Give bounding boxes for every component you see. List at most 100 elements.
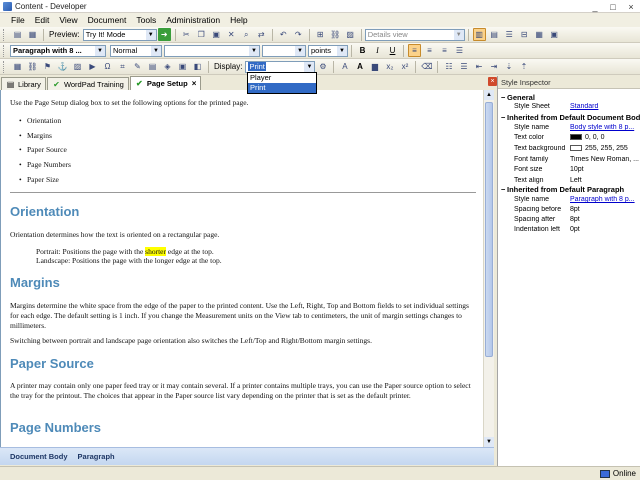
chevron-down-icon[interactable]: ▼	[337, 45, 347, 56]
group-paragraph[interactable]: Inherited from Default Paragraph	[501, 185, 624, 194]
tree-view-icon[interactable]: ⊟	[518, 28, 531, 41]
comment-icon[interactable]: ✎	[131, 60, 144, 73]
chevron-down-icon[interactable]: ▼	[304, 61, 315, 72]
chevron-down-icon[interactable]: ▼	[145, 29, 156, 40]
group-general[interactable]: General	[501, 93, 535, 102]
close-button[interactable]: ×	[622, 0, 640, 13]
font-name-select[interactable]: ▼	[164, 44, 260, 57]
indent-icon[interactable]: ⇥	[487, 60, 500, 73]
paste-icon[interactable]: ▣	[210, 28, 223, 41]
tab-wordpad-training[interactable]: ✔ WordPad Training	[46, 77, 129, 90]
scroll-down-icon[interactable]: ▼	[484, 437, 494, 447]
numbered-list-icon[interactable]: ☰	[457, 60, 470, 73]
document-scrollbar[interactable]: ▲ ▼	[483, 90, 494, 447]
bulleted-list-icon[interactable]: ☷	[442, 60, 455, 73]
properties-icon[interactable]: ▣	[548, 28, 561, 41]
display-option-print[interactable]: Print	[248, 83, 316, 93]
font-weight-select[interactable]: Normal ▼	[110, 44, 162, 57]
hyperlink-icon[interactable]: ⛓	[26, 60, 39, 73]
font-color-icon[interactable]: A	[353, 60, 366, 73]
cut-icon[interactable]: ✂	[180, 28, 193, 41]
menu-edit[interactable]: Edit	[30, 15, 55, 25]
display-option-player[interactable]: Player	[248, 73, 316, 83]
toggle-icon[interactable]: ◧	[191, 60, 204, 73]
maximize-button[interactable]: □	[604, 0, 622, 13]
breadcrumb-paragraph[interactable]: Paragraph	[78, 452, 115, 461]
group-document-body[interactable]: Inherited from Default Document Body	[501, 113, 640, 122]
style-icon[interactable]: A	[338, 60, 351, 73]
menu-help[interactable]: Help	[225, 15, 252, 25]
anchor-icon[interactable]: ⚓	[56, 60, 69, 73]
toolbar-grip[interactable]	[3, 60, 6, 73]
document-editor[interactable]: Use the Page Setup dialog box to set the…	[0, 90, 483, 447]
bold-icon[interactable]: B	[356, 44, 369, 57]
menu-administration[interactable]: Administration	[161, 15, 225, 25]
move-down-icon[interactable]: ⇣	[502, 60, 515, 73]
replace-icon[interactable]: ⇄	[255, 28, 268, 41]
bookmark-icon[interactable]: ⚑	[41, 60, 54, 73]
variable-icon[interactable]: ▤	[146, 60, 159, 73]
property-link[interactable]: Paragraph with 8 p...	[570, 196, 640, 203]
align-left-icon[interactable]: ≡	[408, 44, 421, 57]
condition-icon[interactable]: ◈	[161, 60, 174, 73]
picture-icon[interactable]: ▨	[71, 60, 84, 73]
chevron-down-icon[interactable]: ▼	[151, 45, 161, 56]
italic-icon[interactable]: I	[371, 44, 384, 57]
view-select[interactable]: Details view ▼	[364, 28, 465, 41]
redo-icon[interactable]: ↷	[292, 28, 305, 41]
superscript-icon[interactable]: x²	[398, 60, 411, 73]
save-icon[interactable]: ▦	[26, 28, 39, 41]
scrollbar-thumb[interactable]	[485, 102, 493, 357]
image-icon[interactable]: ▨	[344, 28, 357, 41]
tab-page-setup[interactable]: ✔ Page Setup ×	[129, 76, 202, 90]
move-up-icon[interactable]: ⇡	[517, 60, 530, 73]
units-select[interactable]: points ▼	[308, 44, 348, 57]
layout-view-icon[interactable]: ▥	[472, 28, 486, 41]
symbol-icon[interactable]: Ω	[101, 60, 114, 73]
link-icon[interactable]: ⛓	[329, 28, 342, 41]
table-icon[interactable]: ▦	[11, 60, 24, 73]
menu-file[interactable]: File	[6, 15, 30, 25]
font-size-select[interactable]: ▼	[262, 44, 306, 57]
property-link[interactable]: Body style with 8 p...	[570, 124, 640, 131]
delete-icon[interactable]: ✕	[225, 28, 238, 41]
close-icon[interactable]: ×	[488, 77, 497, 86]
close-tab-icon[interactable]: ×	[192, 79, 197, 88]
align-center-icon[interactable]: ≡	[423, 44, 436, 57]
underline-icon[interactable]: U	[386, 44, 399, 57]
outdent-icon[interactable]: ⇤	[472, 60, 485, 73]
menu-view[interactable]: View	[54, 15, 82, 25]
menu-document[interactable]: Document	[83, 15, 132, 25]
display-settings-icon[interactable]: ⚙	[316, 60, 329, 73]
open-icon[interactable]: ▤	[11, 28, 24, 41]
justify-icon[interactable]: ☰	[453, 44, 466, 57]
align-right-icon[interactable]: ≡	[438, 44, 451, 57]
field-icon[interactable]: ⌗	[116, 60, 129, 73]
property-link[interactable]: Standard	[570, 103, 640, 110]
breadcrumb-document-body[interactable]: Document Body	[10, 452, 68, 461]
undo-icon[interactable]: ↶	[277, 28, 290, 41]
snippet-icon[interactable]: ▣	[176, 60, 189, 73]
insert-icon[interactable]: ⊞	[314, 28, 327, 41]
toolbar-grip[interactable]	[3, 44, 6, 57]
preview-mode-select[interactable]: Try It! Mode ▼	[82, 28, 157, 41]
run-preview-icon[interactable]: ➜	[157, 28, 171, 41]
chevron-down-icon[interactable]: ▼	[249, 45, 259, 56]
chevron-down-icon[interactable]: ▼	[453, 29, 464, 40]
tab-library[interactable]: ▤ Library	[1, 77, 46, 90]
outline-view-icon[interactable]: ▦	[533, 28, 546, 41]
chevron-down-icon[interactable]: ▼	[95, 45, 105, 56]
media-icon[interactable]: ▶	[86, 60, 99, 73]
display-select[interactable]: Print ▼	[245, 60, 316, 73]
chevron-down-icon[interactable]: ▼	[295, 45, 305, 56]
subscript-icon[interactable]: x₂	[383, 60, 396, 73]
eraser-icon[interactable]: ⌫	[420, 60, 433, 73]
split-view-icon[interactable]: ▤	[488, 28, 501, 41]
list-view-icon[interactable]: ☰	[503, 28, 516, 41]
scroll-up-icon[interactable]: ▲	[484, 90, 494, 100]
paragraph-style-select[interactable]: Paragraph with 8 ... ▼	[10, 44, 106, 57]
copy-icon[interactable]: ❐	[195, 28, 208, 41]
find-icon[interactable]: ⌕	[240, 28, 253, 41]
minimize-button[interactable]: _	[586, 0, 604, 13]
toolbar-grip[interactable]	[3, 28, 6, 41]
